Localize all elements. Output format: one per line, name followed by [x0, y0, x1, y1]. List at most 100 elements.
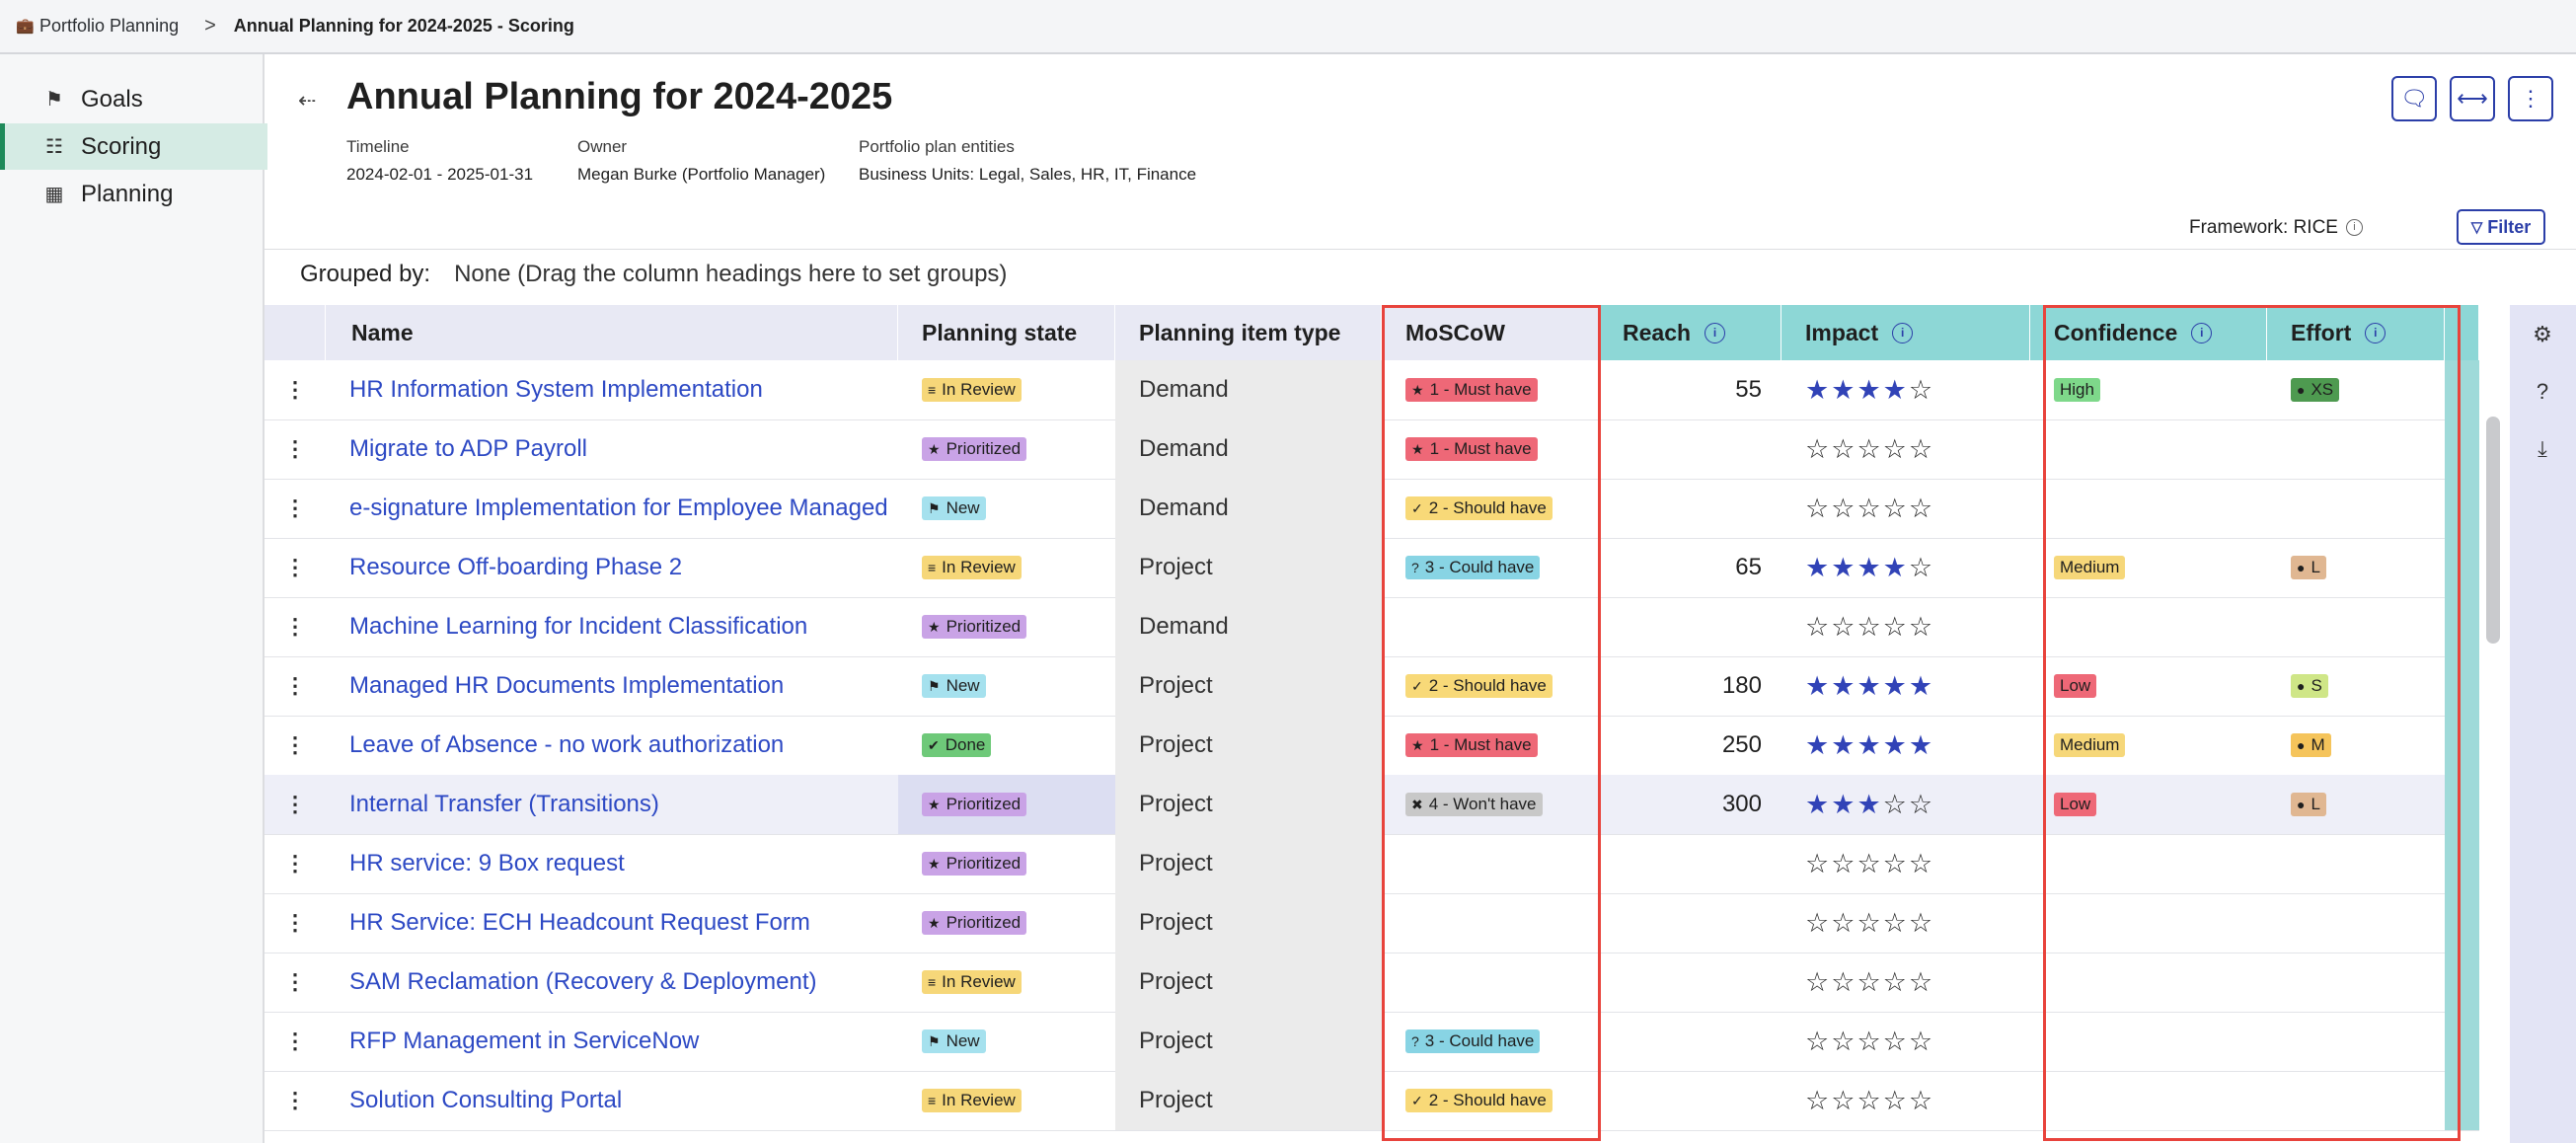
reach-cell[interactable]: 65 — [1599, 538, 1781, 597]
info-icon[interactable]: i — [1705, 322, 1726, 343]
planning-state-cell[interactable]: ★ Prioritized — [898, 419, 1115, 479]
item-name-link[interactable]: SAM Reclamation (Recovery & Deployment) — [326, 952, 898, 1012]
confidence-cell[interactable]: Medium — [2030, 538, 2267, 597]
gear-icon[interactable]: ⚙ — [2530, 322, 2555, 347]
impact-rating[interactable]: ☆ ☆ ☆ ☆ ☆ — [1781, 479, 2030, 538]
row-menu-icon[interactable]: ⋮ — [265, 597, 326, 656]
column-header-planning-item-type[interactable]: Planning item type — [1115, 305, 1382, 360]
row-menu-icon[interactable]: ⋮ — [265, 775, 326, 834]
star-empty-icon[interactable]: ☆ — [1909, 1027, 1934, 1057]
effort-cell[interactable] — [2267, 479, 2445, 538]
effort-cell[interactable]: ● XS — [2267, 360, 2445, 419]
table-row[interactable]: ⋮ Solution Consulting Portal ≡ In Review Pro… — [265, 1071, 2479, 1131]
star-empty-icon[interactable]: ☆ — [1883, 494, 1909, 524]
reach-cell[interactable] — [1599, 419, 1781, 479]
star-empty-icon[interactable]: ☆ — [1805, 1086, 1831, 1116]
moscow-cell[interactable]: ★ 1 - Must have — [1382, 360, 1599, 419]
star-filled-icon[interactable]: ★ — [1883, 375, 1909, 406]
moscow-cell[interactable]: ? 3 - Could have — [1382, 538, 1599, 597]
confidence-cell[interactable] — [2030, 834, 2267, 893]
star-empty-icon[interactable]: ☆ — [1831, 908, 1856, 939]
effort-cell[interactable]: ● S — [2267, 656, 2445, 716]
star-empty-icon[interactable]: ☆ — [1909, 908, 1934, 939]
row-menu-icon[interactable]: ⋮ — [265, 952, 326, 1012]
planning-state-cell[interactable]: ⚑ New — [898, 479, 1115, 538]
moscow-cell[interactable]: ★ 1 - Must have — [1382, 716, 1599, 775]
collapse-sidebar-icon[interactable]: ⇠ — [298, 88, 316, 114]
row-menu-icon[interactable]: ⋮ — [265, 538, 326, 597]
moscow-cell[interactable]: ✓ 2 - Should have — [1382, 479, 1599, 538]
star-filled-icon[interactable]: ★ — [1831, 730, 1856, 761]
effort-cell[interactable]: ● L — [2267, 538, 2445, 597]
impact-rating[interactable]: ☆ ☆ ☆ ☆ ☆ — [1781, 893, 2030, 952]
planning-state-cell[interactable]: ≡ In Review — [898, 1071, 1115, 1130]
table-row[interactable]: ⋮ Managed HR Documents Implementation ⚑ New… — [265, 656, 2479, 717]
planning-state-cell[interactable]: ★ Prioritized — [898, 597, 1115, 656]
row-menu-icon[interactable]: ⋮ — [265, 479, 326, 538]
star-empty-icon[interactable]: ☆ — [1856, 494, 1882, 524]
star-empty-icon[interactable]: ☆ — [1883, 1086, 1909, 1116]
info-icon[interactable]: i — [2345, 219, 2363, 237]
star-filled-icon[interactable]: ★ — [1883, 671, 1909, 702]
star-empty-icon[interactable]: ☆ — [1883, 612, 1909, 643]
item-name-link[interactable]: HR service: 9 Box request — [326, 834, 898, 893]
reach-cell[interactable]: 55 — [1599, 360, 1781, 419]
table-row[interactable]: ⋮ Migrate to ADP Payroll ★ Prioritized Deman… — [265, 419, 2479, 480]
item-name-link[interactable]: RFP Management in ServiceNow — [326, 1012, 898, 1071]
star-empty-icon[interactable]: ☆ — [1831, 1027, 1856, 1057]
star-empty-icon[interactable]: ☆ — [1909, 1086, 1934, 1116]
planning-state-cell[interactable]: ★ Prioritized — [898, 775, 1115, 834]
moscow-cell[interactable]: ✓ 2 - Should have — [1382, 1071, 1599, 1130]
impact-rating[interactable]: ☆ ☆ ☆ ☆ ☆ — [1781, 1071, 2030, 1130]
item-name-link[interactable]: Machine Learning for Incident Classifica… — [326, 597, 898, 656]
column-header-name[interactable]: Name — [326, 305, 898, 360]
star-filled-icon[interactable]: ★ — [1883, 553, 1909, 583]
star-filled-icon[interactable]: ★ — [1856, 730, 1882, 761]
item-name-link[interactable]: Migrate to ADP Payroll — [326, 419, 898, 479]
column-header-planning-state[interactable]: Planning state — [898, 305, 1115, 360]
effort-cell[interactable] — [2267, 1071, 2445, 1130]
table-row[interactable]: ⋮ HR service: 9 Box request ★ Prioritized Pr… — [265, 834, 2479, 894]
star-empty-icon[interactable]: ☆ — [1831, 967, 1856, 998]
star-empty-icon[interactable]: ☆ — [1831, 849, 1856, 879]
sidebar-item-planning[interactable]: ▦ Planning — [0, 171, 263, 217]
filter-button[interactable]: ▽ Filter — [2457, 209, 2545, 245]
star-empty-icon[interactable]: ☆ — [1805, 1027, 1831, 1057]
star-empty-icon[interactable]: ☆ — [1805, 908, 1831, 939]
star-empty-icon[interactable]: ☆ — [1856, 434, 1882, 465]
effort-cell[interactable]: ● M — [2267, 716, 2445, 775]
info-icon[interactable]: i — [2365, 322, 2387, 343]
star-empty-icon[interactable]: ☆ — [1909, 612, 1934, 643]
star-empty-icon[interactable]: ☆ — [1909, 434, 1934, 465]
star-filled-icon[interactable]: ★ — [1805, 790, 1831, 820]
star-empty-icon[interactable]: ☆ — [1909, 790, 1934, 820]
impact-rating[interactable]: ☆ ☆ ☆ ☆ ☆ — [1781, 1012, 2030, 1071]
reach-cell[interactable] — [1599, 479, 1781, 538]
impact-rating[interactable]: ★ ★ ★ ★ ☆ — [1781, 360, 2030, 419]
row-menu-icon[interactable]: ⋮ — [265, 360, 326, 419]
item-name-link[interactable]: Leave of Absence - no work authorization — [326, 716, 898, 775]
star-empty-icon[interactable]: ☆ — [1909, 967, 1934, 998]
row-menu-icon[interactable]: ⋮ — [265, 834, 326, 893]
confidence-cell[interactable] — [2030, 893, 2267, 952]
star-empty-icon[interactable]: ☆ — [1883, 967, 1909, 998]
star-filled-icon[interactable]: ★ — [1805, 375, 1831, 406]
star-empty-icon[interactable]: ☆ — [1883, 908, 1909, 939]
star-empty-icon[interactable]: ☆ — [1883, 434, 1909, 465]
confidence-cell[interactable]: Low — [2030, 656, 2267, 716]
confidence-cell[interactable] — [2030, 419, 2267, 479]
star-filled-icon[interactable]: ★ — [1883, 730, 1909, 761]
star-empty-icon[interactable]: ☆ — [1909, 494, 1934, 524]
star-filled-icon[interactable]: ★ — [1856, 671, 1882, 702]
row-menu-icon[interactable]: ⋮ — [265, 419, 326, 479]
star-empty-icon[interactable]: ☆ — [1856, 908, 1882, 939]
column-header-effort[interactable]: Effort i — [2267, 305, 2445, 360]
reach-cell[interactable] — [1599, 834, 1781, 893]
star-empty-icon[interactable]: ☆ — [1883, 849, 1909, 879]
moscow-cell[interactable]: ✖ 4 - Won't have — [1382, 775, 1599, 834]
star-empty-icon[interactable]: ☆ — [1831, 1086, 1856, 1116]
star-empty-icon[interactable]: ☆ — [1909, 375, 1934, 406]
item-name-link[interactable]: Managed HR Documents Implementation — [326, 656, 898, 716]
column-header-moscow[interactable]: MoSCoW — [1382, 305, 1599, 360]
star-empty-icon[interactable]: ☆ — [1856, 612, 1882, 643]
